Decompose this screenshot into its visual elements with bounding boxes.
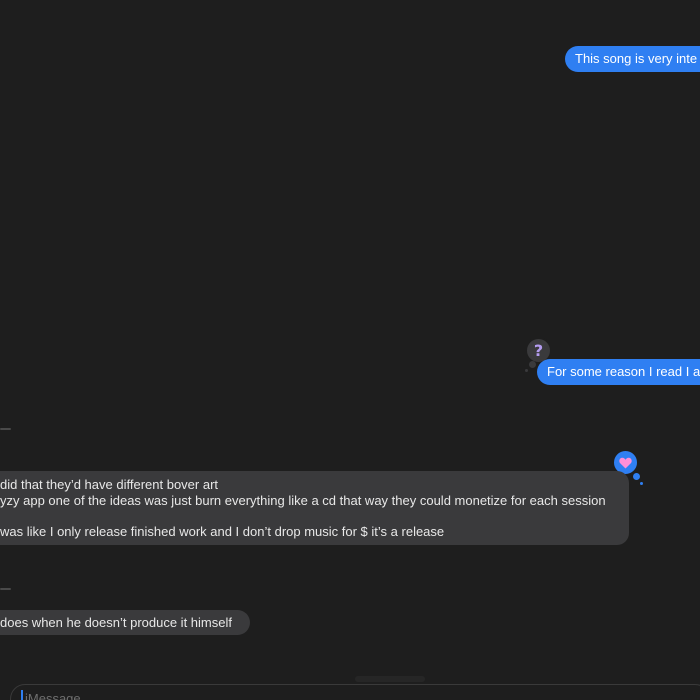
message-line	[0, 508, 619, 524]
reply-thread-line	[0, 588, 11, 590]
scroll-indicator	[355, 676, 425, 682]
heart-icon	[619, 457, 632, 468]
message-line: was like I only release finished work an…	[0, 523, 445, 539]
message-input-placeholder: iMessage	[25, 691, 81, 700]
message-line: did that they’d have different bover art	[0, 477, 219, 492]
message-input[interactable]: iMessage	[10, 684, 700, 700]
reply-thread-line	[0, 428, 11, 430]
question-mark-glyph: ?	[533, 341, 544, 360]
message-bubble-outgoing[interactable]: This song is very inte	[565, 46, 700, 72]
message-thread: This song is very inte ? For some reason…	[0, 0, 700, 700]
message-bubble-outgoing[interactable]: For some reason I read I as	[537, 359, 700, 385]
message-bubble-incoming[interactable]: did that they’d have different bover art…	[0, 471, 629, 545]
text-caret	[21, 690, 23, 700]
message-line: yzy app one of the ideas was just burn e…	[0, 492, 606, 508]
message-bubble-incoming[interactable]: does when he doesn’t produce it himself	[0, 610, 250, 635]
